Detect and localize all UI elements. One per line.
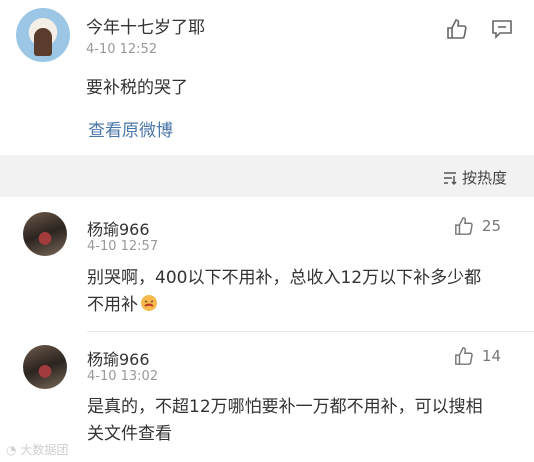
- watermark: ◔ 大数据团: [6, 441, 68, 458]
- like-count: 25: [481, 217, 501, 235]
- comment-list: 杨瑜966 4-10 12:57 25 别哭啊，400以下不用补，总收入12万以…: [0, 197, 534, 462]
- comment-like-button[interactable]: 14: [454, 346, 501, 366]
- sort-icon: [443, 171, 457, 185]
- comment-text: 是真的，不超12万哪怕要补一万都不用补，可以搜相关文件查看: [87, 397, 483, 444]
- comment-divider: [87, 331, 534, 332]
- post-timestamp: 4-10 12:52: [86, 42, 158, 57]
- thumbs-up-icon: [454, 347, 473, 365]
- watermark-text: 大数据团: [20, 443, 69, 457]
- watermark-icon: ◔: [6, 443, 17, 457]
- comment-timestamp: 4-10 12:57: [87, 239, 159, 254]
- commenter-avatar[interactable]: [23, 345, 67, 389]
- commenter-name[interactable]: 杨瑜966: [87, 216, 150, 240]
- comment-timestamp: 4-10 13:02: [87, 369, 159, 384]
- like-count: 14: [481, 347, 501, 365]
- commenter-name[interactable]: 杨瑜966: [87, 346, 150, 370]
- thumbs-up-icon: [454, 217, 473, 235]
- post-card: 今年十七岁了耶 4-10 12:52 要补税的哭了 查看原微博: [0, 0, 534, 155]
- commenter-avatar[interactable]: [23, 212, 67, 256]
- author-name[interactable]: 今年十七岁了耶: [86, 13, 205, 38]
- post-text: 要补税的哭了: [86, 78, 188, 98]
- comment-text-wrap: 别哭啊，400以下不用补，总收入12万以下补多少都不用补: [87, 265, 497, 321]
- sort-by-hot-button[interactable]: 按热度: [442, 167, 507, 188]
- comment-like-button[interactable]: 25: [454, 216, 501, 236]
- sort-label: 按热度: [461, 169, 507, 187]
- view-original-link[interactable]: 查看原微博: [88, 116, 173, 141]
- avatar[interactable]: [16, 8, 70, 62]
- thumbs-up-icon[interactable]: [446, 18, 468, 44]
- comment-icon[interactable]: [491, 19, 513, 43]
- crying-face-icon: [140, 294, 158, 321]
